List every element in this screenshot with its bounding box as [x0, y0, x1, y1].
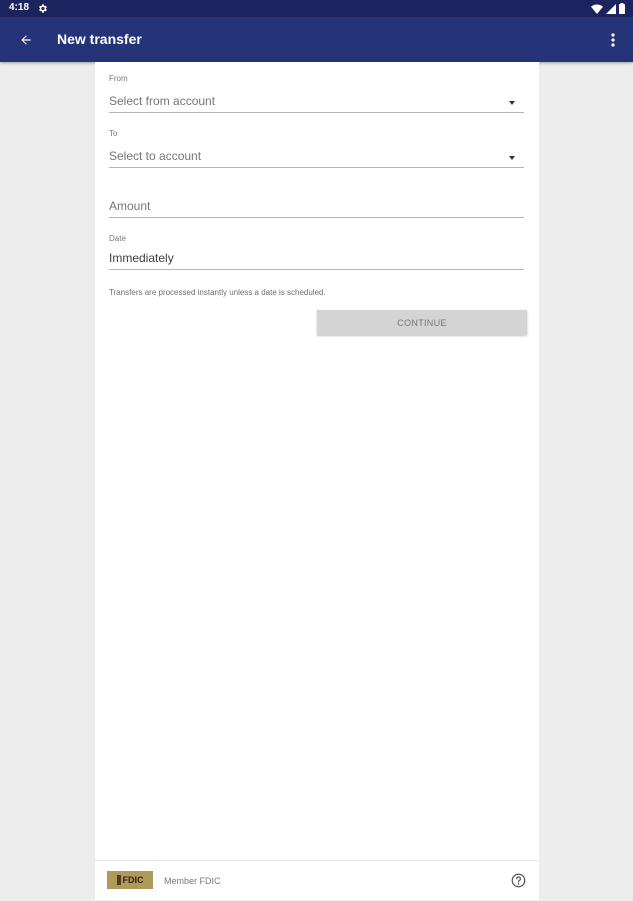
status-icons [591, 3, 625, 14]
wifi-icon [591, 4, 603, 14]
from-account-select[interactable]: Select from account [109, 90, 524, 113]
member-fdic-text: Member FDIC [164, 876, 221, 886]
dropdown-arrow-icon [509, 156, 515, 160]
transfer-form-panel: From Select from account To Select to ac… [95, 62, 539, 900]
to-label: To [109, 129, 118, 138]
date-label: Date [109, 234, 126, 243]
transfer-note: Transfers are processed instantly unless… [109, 288, 326, 297]
back-button[interactable] [13, 27, 39, 53]
amount-placeholder: Amount [109, 199, 151, 213]
status-time: 4:18 [9, 2, 30, 13]
fdic-mark [116, 875, 121, 885]
continue-button[interactable]: CONTINUE [317, 310, 527, 335]
page-title: New transfer [57, 31, 142, 47]
from-account-placeholder: Select from account [109, 94, 216, 108]
more-vert-icon [611, 33, 615, 47]
fdic-logo-text: FDIC [122, 875, 144, 885]
app-bar: New transfer [0, 17, 633, 62]
overflow-menu-button[interactable] [601, 27, 625, 53]
help-icon[interactable] [511, 873, 526, 888]
arrow-back-icon [21, 35, 31, 45]
status-bar: 4:18 [0, 0, 633, 17]
date-value: Immediately [109, 251, 174, 265]
settings-gear-icon [39, 4, 47, 13]
date-field[interactable]: Immediately [109, 247, 524, 270]
fdic-logo: FDIC [107, 871, 153, 889]
dropdown-arrow-icon [509, 101, 515, 105]
to-account-select[interactable]: Select to account [109, 145, 524, 168]
signal-icon [606, 3, 616, 14]
battery-icon [619, 3, 625, 14]
to-account-placeholder: Select to account [109, 149, 202, 163]
from-label: From [109, 74, 128, 83]
footer: FDIC Member FDIC [95, 860, 539, 901]
amount-input[interactable]: Amount [109, 195, 524, 218]
